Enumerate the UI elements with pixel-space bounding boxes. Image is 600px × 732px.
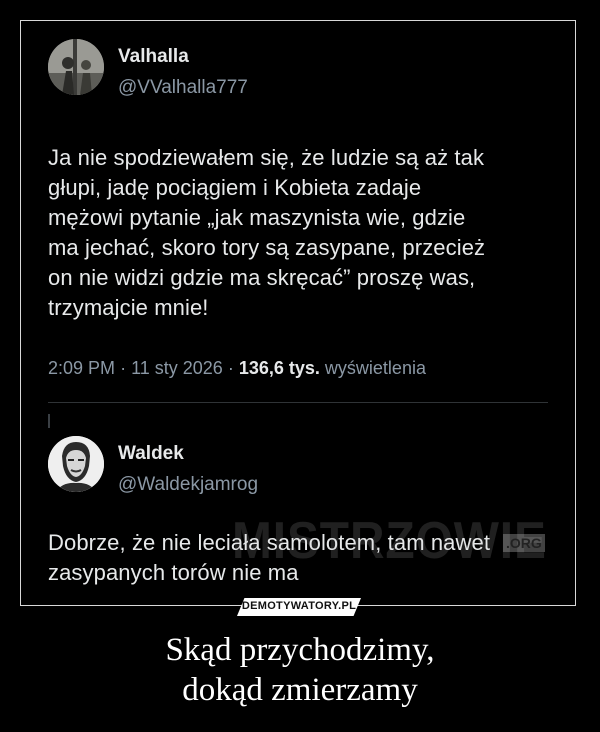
tweet-date[interactable]: 11 sty 2026	[131, 358, 223, 378]
site-logo-badge[interactable]: DEMOTYWATORY.PL	[237, 598, 361, 616]
meta-separator: ·	[227, 358, 234, 378]
views-count: 136,6 tys.	[238, 358, 320, 378]
tweet-time[interactable]: 2:09 PM	[48, 358, 115, 378]
tweet-meta: 2:09 PM · 11 sty 2026 · 136,6 tys. wyświ…	[48, 357, 426, 379]
thread-connector	[48, 414, 50, 428]
author-name[interactable]: Valhalla	[118, 46, 189, 68]
avatar-waldek	[48, 436, 104, 492]
author-handle[interactable]: @Waldekjamrog	[118, 474, 258, 496]
meta-separator: ·	[120, 358, 127, 378]
avatar-valhalla	[48, 39, 104, 95]
caption-line-2: dokąd zmierzamy	[182, 672, 418, 708]
author-handle[interactable]: @VValhalla777	[118, 77, 248, 99]
avatar-image-icon	[48, 436, 104, 492]
site-logo-text: DEMOTYWATORY.PL	[241, 600, 357, 612]
tweet-text: Ja nie spodziewałem się, że ludzie są aż…	[48, 145, 486, 320]
author-name[interactable]: Waldek	[118, 443, 184, 465]
watermark-suffix: .ORG	[503, 534, 545, 552]
meme-caption: Skąd przychodzimy, dokąd zmierzamy	[0, 630, 600, 710]
watermark: MISTRZOWIE	[232, 512, 547, 570]
post-valhalla: Valhalla @VValhalla777 Ja nie spodziewał…	[48, 39, 548, 378]
caption-line-1: Skąd przychodzimy,	[165, 632, 435, 668]
views-label: wyświetlenia	[324, 358, 426, 378]
divider	[48, 402, 548, 403]
avatar-image-icon	[48, 39, 104, 95]
